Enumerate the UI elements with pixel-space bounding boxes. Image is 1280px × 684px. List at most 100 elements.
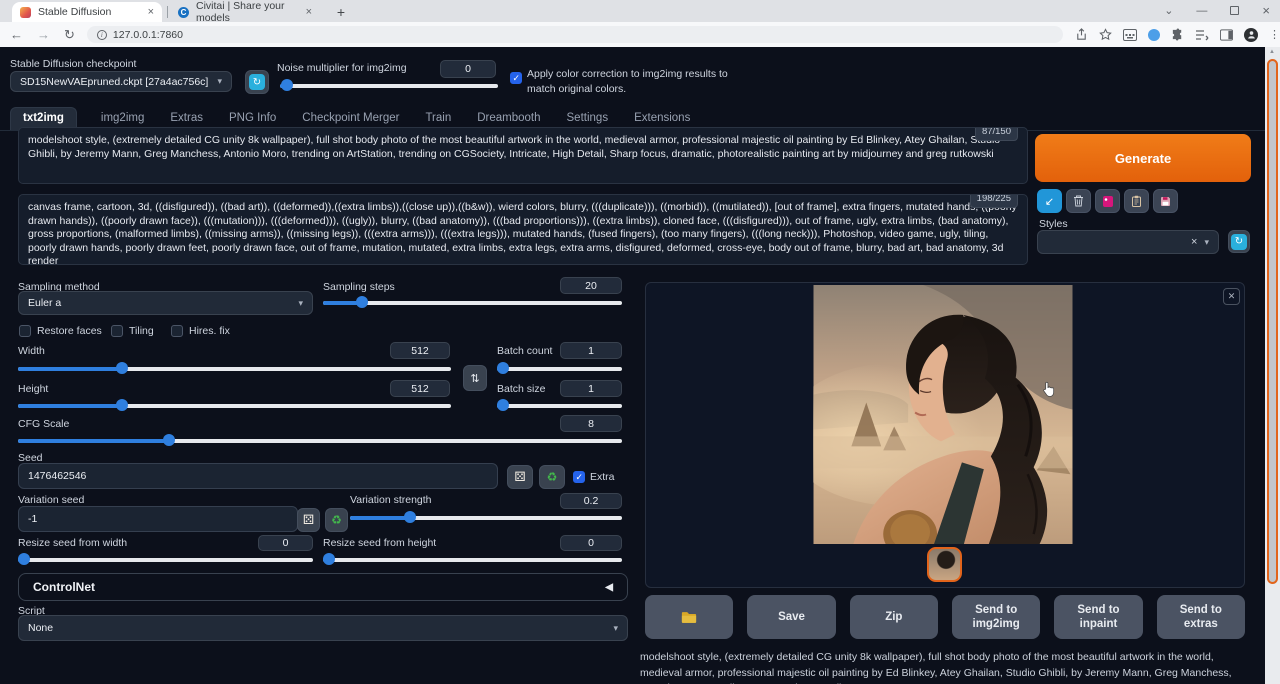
variation-seed-label: Variation seed xyxy=(18,494,84,506)
resize-seed-width-value[interactable]: 0 xyxy=(258,535,313,551)
show-extra-networks-button[interactable] xyxy=(1095,189,1120,213)
checkpoint-dropdown[interactable]: SD15NewVAEpruned.ckpt [27a4ac756c] ▾ xyxy=(10,71,232,92)
cfg-scale-slider[interactable] xyxy=(18,434,622,446)
hires-fix-label: Hires. fix xyxy=(189,325,230,337)
browser-menu-icon[interactable]: ⋮ xyxy=(1269,28,1280,41)
color-correction-label: Apply color correction to img2img result… xyxy=(527,67,743,96)
batch-size-value[interactable]: 1 xyxy=(560,380,622,397)
script-dropdown[interactable]: None ▾ xyxy=(18,615,628,641)
send-to-extras-button[interactable]: Send to extras xyxy=(1157,595,1245,639)
resize-seed-width-slider[interactable] xyxy=(18,553,313,565)
url-text: 127.0.0.1:7860 xyxy=(113,29,183,41)
sampling-steps-slider[interactable] xyxy=(323,296,622,308)
profile-avatar[interactable] xyxy=(1244,28,1258,42)
gallery-thumbnail[interactable] xyxy=(927,547,962,582)
close-image-button[interactable]: ✕ xyxy=(1223,288,1240,305)
restore-faces-label: Restore faces xyxy=(37,325,102,337)
image-viewer: ✕ xyxy=(645,282,1245,588)
negative-prompt-textarea[interactable]: canvas frame, cartoon, 3d, ((disfigured)… xyxy=(18,194,1028,265)
browser-window: Stable Diffusion × C Civitai | Share you… xyxy=(0,0,1280,684)
send-to-inpaint-button[interactable]: Send to inpaint xyxy=(1054,595,1142,639)
save-style-button[interactable] xyxy=(1153,189,1178,213)
scrollbar-thumb[interactable] xyxy=(1267,59,1278,584)
chevron-down-icon: ▾ xyxy=(217,76,222,87)
share-icon[interactable] xyxy=(1075,28,1088,41)
generate-button[interactable]: Generate xyxy=(1035,134,1251,182)
resize-seed-height-value[interactable]: 0 xyxy=(560,535,622,551)
output-button-row: Save Zip Send to img2img Send to inpaint… xyxy=(645,595,1245,639)
extension-grid-icon[interactable] xyxy=(1123,29,1137,41)
extra-seed-label: Extra xyxy=(590,471,615,483)
open-folder-button[interactable] xyxy=(645,595,733,639)
window-menu-icon[interactable]: ⌄ xyxy=(1164,4,1173,17)
extensions-puzzle-icon[interactable] xyxy=(1171,28,1184,41)
resize-seed-height-slider[interactable] xyxy=(323,553,622,565)
civitai-favicon: C xyxy=(178,7,189,18)
tiling-checkbox[interactable] xyxy=(111,325,123,337)
variation-strength-value[interactable]: 0.2 xyxy=(560,493,622,509)
batch-count-slider[interactable] xyxy=(497,362,622,374)
window-close-icon[interactable]: × xyxy=(1262,3,1270,18)
send-to-img2img-button[interactable]: Send to img2img xyxy=(952,595,1040,639)
clear-styles-icon[interactable]: × xyxy=(1191,236,1197,248)
site-info-icon[interactable]: i xyxy=(97,30,107,40)
sampling-steps-value[interactable]: 20 xyxy=(560,277,622,294)
forward-icon[interactable]: → xyxy=(37,27,50,42)
hires-fix-checkbox[interactable] xyxy=(171,325,183,337)
extension-blue-icon[interactable] xyxy=(1148,29,1160,41)
width-slider[interactable] xyxy=(18,362,451,374)
noise-multiplier-slider[interactable] xyxy=(280,79,498,91)
variation-seed-input[interactable] xyxy=(18,506,298,532)
sampling-method-dropdown[interactable]: Euler a ▾ xyxy=(18,291,313,315)
height-value[interactable]: 512 xyxy=(390,380,450,397)
browser-tab-title: Stable Diffusion xyxy=(38,6,111,18)
browser-tab-civitai[interactable]: C Civitai | Share your models × xyxy=(170,2,320,22)
styles-dropdown[interactable]: × ▾ xyxy=(1037,230,1219,254)
reload-icon[interactable]: ↻ xyxy=(64,27,75,43)
generated-image[interactable] xyxy=(813,285,1073,544)
random-variation-seed-button[interactable]: ⚄ xyxy=(297,508,320,532)
swap-width-height-button[interactable]: ⇅ xyxy=(463,365,487,391)
address-bar[interactable]: i 127.0.0.1:7860 xyxy=(87,26,1063,43)
browser-tab-stable-diffusion[interactable]: Stable Diffusion × xyxy=(12,2,162,22)
reuse-variation-seed-button[interactable]: ♻ xyxy=(325,508,348,532)
window-restore-icon[interactable] xyxy=(1230,6,1239,15)
batch-size-label: Batch size xyxy=(497,383,545,395)
reading-list-icon[interactable] xyxy=(1195,29,1209,41)
clear-prompt-button[interactable] xyxy=(1066,189,1091,213)
seed-input[interactable] xyxy=(18,463,498,489)
page-scrollbar[interactable]: ▲ xyxy=(1265,47,1280,684)
color-correction-checkbox[interactable] xyxy=(510,72,522,84)
checkpoint-refresh-button[interactable]: ↻ xyxy=(245,70,269,94)
styles-refresh-button[interactable]: ↻ xyxy=(1228,230,1250,253)
apply-styles-button[interactable] xyxy=(1124,189,1149,213)
new-tab-button[interactable]: + xyxy=(332,3,350,21)
height-slider[interactable] xyxy=(18,399,451,411)
restore-faces-checkbox[interactable] xyxy=(19,325,31,337)
reuse-seed-button[interactable]: ♻ xyxy=(539,465,565,489)
paste-generation-params-button[interactable]: ↙ xyxy=(1037,189,1062,213)
scroll-up-icon[interactable]: ▲ xyxy=(1269,49,1275,55)
tiling-label: Tiling xyxy=(129,325,154,337)
back-icon[interactable]: ← xyxy=(10,27,23,42)
noise-multiplier-value[interactable]: 0 xyxy=(440,60,496,78)
save-button[interactable]: Save xyxy=(747,595,835,639)
random-seed-button[interactable]: ⚄ xyxy=(507,465,533,489)
prompt-textarea[interactable]: modelshoot style, (extremely detailed CG… xyxy=(18,127,1028,184)
batch-count-value[interactable]: 1 xyxy=(560,342,622,359)
recycle-icon: ♻ xyxy=(331,513,342,527)
extra-seed-checkbox[interactable] xyxy=(573,471,585,483)
width-value[interactable]: 512 xyxy=(390,342,450,359)
tab-close-icon[interactable]: × xyxy=(306,6,312,18)
zip-button[interactable]: Zip xyxy=(850,595,938,639)
refresh-icon: ↻ xyxy=(1231,234,1247,250)
cfg-scale-value[interactable]: 8 xyxy=(560,415,622,432)
tab-close-icon[interactable]: × xyxy=(148,6,154,18)
variation-strength-slider[interactable] xyxy=(350,511,622,523)
batch-size-slider[interactable] xyxy=(497,399,622,411)
window-minimize-icon[interactable]: — xyxy=(1196,5,1207,17)
bookmark-star-icon[interactable] xyxy=(1099,28,1112,41)
side-panel-icon[interactable] xyxy=(1220,29,1233,41)
refresh-icon: ↻ xyxy=(249,74,265,90)
controlnet-accordion[interactable]: ControlNet ◀ xyxy=(18,573,628,601)
